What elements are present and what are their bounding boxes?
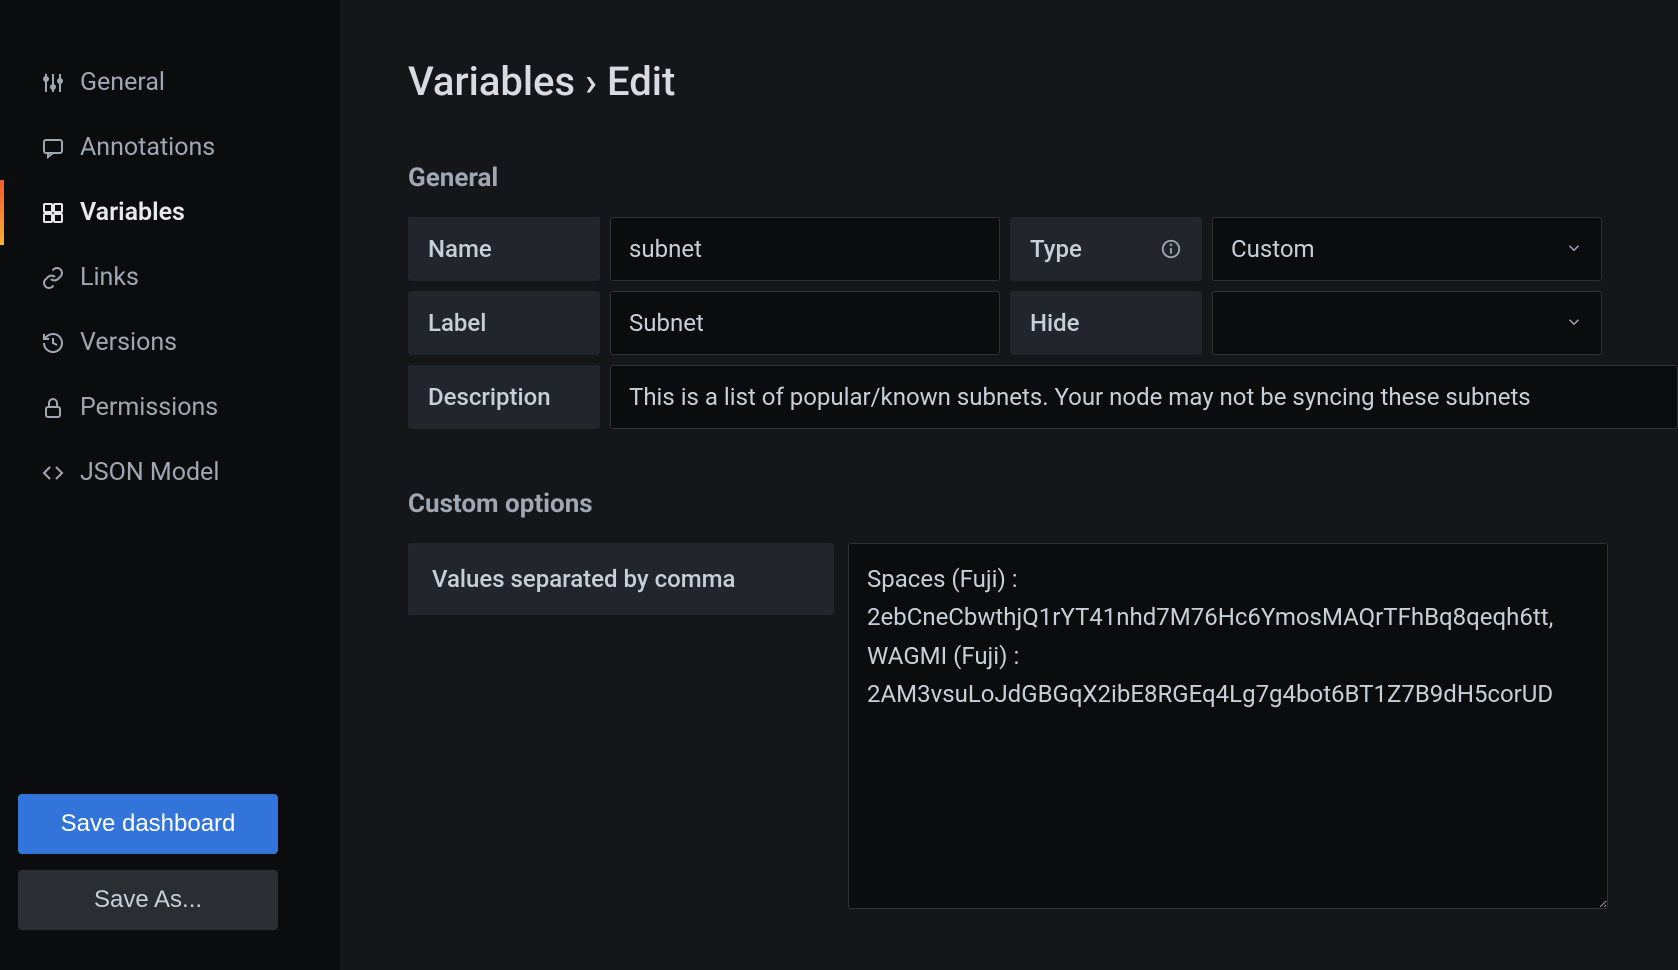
- description-label: Description: [408, 365, 600, 429]
- name-label: Name: [408, 217, 600, 281]
- sidebar-buttons: Save dashboard Save As...: [0, 784, 340, 970]
- lock-icon: [40, 395, 66, 421]
- save-dashboard-button[interactable]: Save dashboard: [18, 794, 278, 854]
- type-label-text: Type: [1030, 235, 1082, 263]
- hide-label: Hide: [1010, 291, 1202, 355]
- variables-icon: [40, 200, 66, 226]
- values-textarea[interactable]: [848, 543, 1608, 909]
- form-row-name-type: Name Type Custom: [408, 217, 1678, 281]
- sidebar-item-permissions[interactable]: Permissions: [0, 375, 340, 440]
- history-icon: [40, 330, 66, 356]
- chevron-down-icon: [1565, 309, 1583, 337]
- sidebar-item-label: Variables: [80, 198, 185, 227]
- sidebar-nav: General Annotations Variables Links Vers: [0, 50, 340, 784]
- sidebar-item-label: JSON Model: [80, 458, 219, 487]
- sidebar-item-annotations[interactable]: Annotations: [0, 115, 340, 180]
- label-input[interactable]: [610, 291, 1000, 355]
- sidebar-item-label: Versions: [80, 328, 177, 357]
- main-panel: Variables › Edit General Name Type Custo…: [340, 0, 1678, 970]
- sidebar-item-links[interactable]: Links: [0, 245, 340, 310]
- general-form: Name Type Custom Label Hide: [408, 217, 1678, 429]
- info-icon[interactable]: [1160, 238, 1182, 260]
- type-select[interactable]: Custom: [1212, 217, 1602, 281]
- sidebar-item-general[interactable]: General: [0, 50, 340, 115]
- general-heading: General: [408, 163, 1678, 193]
- sidebar-item-variables[interactable]: Variables: [0, 180, 340, 245]
- form-row-description: Description: [408, 365, 1678, 429]
- custom-options-row: Values separated by comma: [408, 543, 1678, 909]
- sidebar-item-label: Annotations: [80, 133, 215, 162]
- label-label: Label: [408, 291, 600, 355]
- sidebar-item-label: Links: [80, 263, 139, 292]
- page-title: Variables › Edit: [408, 58, 1678, 105]
- sidebar-item-json-model[interactable]: JSON Model: [0, 440, 340, 505]
- save-as-button[interactable]: Save As...: [18, 870, 278, 930]
- hide-select[interactable]: [1212, 291, 1602, 355]
- values-label: Values separated by comma: [408, 543, 834, 615]
- name-input[interactable]: [610, 217, 1000, 281]
- comment-icon: [40, 135, 66, 161]
- description-input[interactable]: [610, 365, 1678, 429]
- type-label: Type: [1010, 217, 1202, 281]
- link-icon: [40, 265, 66, 291]
- hide-label-text: Hide: [1030, 309, 1080, 337]
- code-icon: [40, 460, 66, 486]
- sidebar-item-versions[interactable]: Versions: [0, 310, 340, 375]
- settings-sidebar: General Annotations Variables Links Vers: [0, 0, 340, 970]
- form-row-label-hide: Label Hide: [408, 291, 1678, 355]
- type-select-value: Custom: [1231, 235, 1315, 263]
- custom-options-heading: Custom options: [408, 489, 1678, 519]
- sidebar-item-label: Permissions: [80, 393, 218, 422]
- sliders-icon: [40, 70, 66, 96]
- sidebar-item-label: General: [80, 68, 165, 97]
- chevron-down-icon: [1565, 235, 1583, 263]
